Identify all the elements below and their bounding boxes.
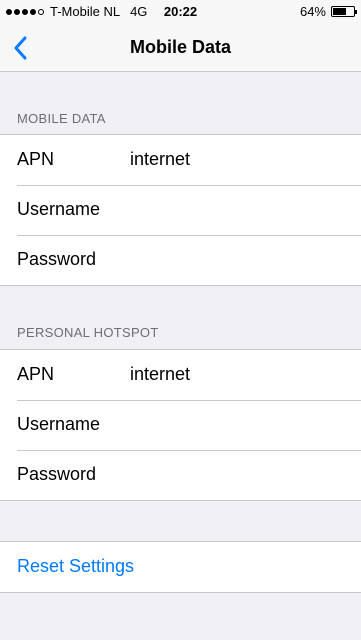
battery-percent: 64% <box>299 4 326 19</box>
hotspot-username-row[interactable]: Username <box>0 400 361 450</box>
field-label: Username <box>17 199 101 219</box>
section-header-personal-hotspot: PERSONAL HOTSPOT <box>17 325 159 340</box>
personal-hotspot-group: APN internet Username Password <box>0 349 361 501</box>
mobile-data-password-row[interactable]: Password <box>0 235 361 285</box>
reset-settings-label: Reset Settings <box>17 556 135 576</box>
apn-field[interactable]: internet <box>130 149 190 170</box>
navigation-bar: Mobile Data <box>0 24 361 72</box>
apn-field[interactable]: internet <box>130 364 190 385</box>
page-title: Mobile Data <box>129 37 231 57</box>
mobile-data-group: APN internet Username Password <box>0 134 361 286</box>
battery-icon <box>331 6 357 17</box>
field-label: APN <box>17 364 55 384</box>
status-bar: T-Mobile NL 4G 20:22 64% <box>0 0 361 24</box>
hotspot-apn-row[interactable]: APN internet <box>0 350 361 400</box>
reset-settings-button[interactable]: Reset Settings <box>0 542 361 592</box>
section-header-mobile-data: MOBILE DATA <box>17 111 106 126</box>
field-label: Username <box>17 414 101 434</box>
field-label: Password <box>17 249 97 269</box>
reset-group: Reset Settings <box>0 541 361 593</box>
mobile-data-username-row[interactable]: Username <box>0 185 361 235</box>
field-label: APN <box>17 149 55 169</box>
field-label: Password <box>17 464 97 484</box>
hotspot-password-row[interactable]: Password <box>0 450 361 500</box>
mobile-data-apn-row[interactable]: APN internet <box>0 135 361 185</box>
